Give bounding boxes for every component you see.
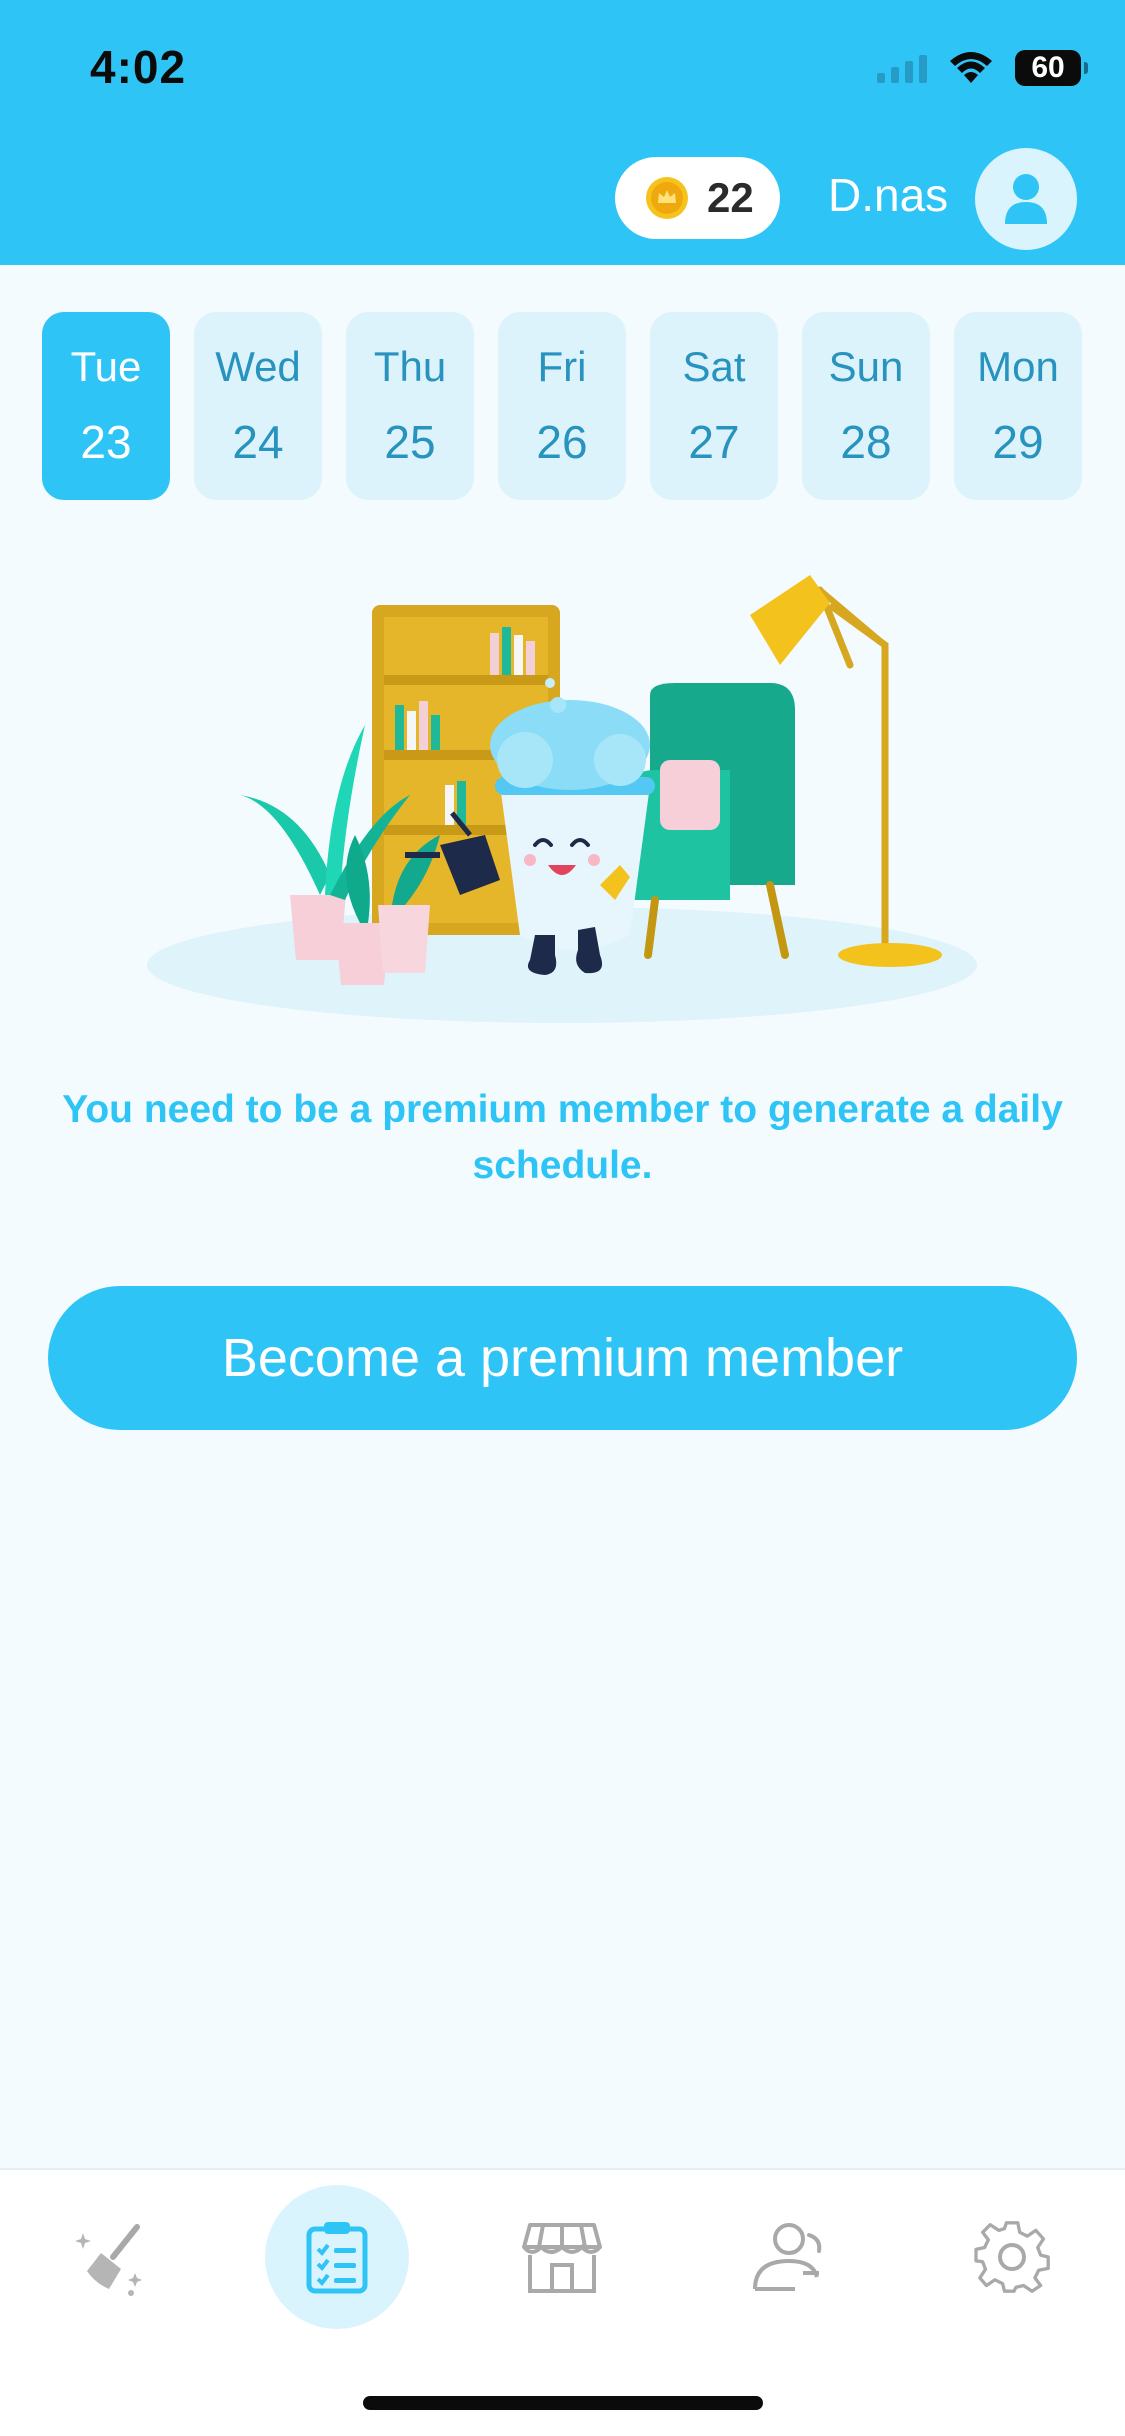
battery-icon: 60 <box>1015 50 1088 86</box>
status-time: 4:02 <box>90 41 187 93</box>
day-selector: Tue 23 Wed 24 Thu 25 Fri 26 Sat 27 Sun 2… <box>42 312 1082 500</box>
day-name: Mon <box>977 343 1059 390</box>
coins-balance[interactable]: 22 <box>615 157 780 239</box>
day-name: Wed <box>215 343 301 390</box>
tab-settings[interactable] <box>937 2182 1087 2332</box>
day-thu[interactable]: Thu 25 <box>346 312 474 500</box>
shop-icon <box>522 2223 602 2293</box>
day-sat[interactable]: Sat 27 <box>650 312 778 500</box>
tab-cleaning[interactable] <box>38 2182 188 2332</box>
day-number: 23 <box>80 416 132 468</box>
day-number: 27 <box>688 416 740 468</box>
tab-shop[interactable] <box>487 2182 637 2332</box>
day-sun[interactable]: Sun 28 <box>802 312 930 500</box>
wifi-icon <box>950 52 992 83</box>
day-number: 28 <box>840 416 892 468</box>
header-bar: 4:02 60 22 D.nas <box>0 0 1125 265</box>
day-number: 26 <box>536 416 588 468</box>
day-tue[interactable]: Tue 23 <box>42 312 170 500</box>
become-premium-button[interactable]: Become a premium member <box>48 1286 1077 1430</box>
users-icon <box>753 2223 822 2291</box>
coin-count: 22 <box>707 174 754 221</box>
premium-required-message: You need to be a premium member to gener… <box>62 1088 1063 1187</box>
crown-coin-icon <box>646 177 688 219</box>
day-name: Tue <box>70 343 142 390</box>
day-number: 24 <box>232 416 284 468</box>
home-indicator <box>363 2396 763 2410</box>
broom-icon <box>75 2224 142 2296</box>
day-name: Sat <box>682 343 746 390</box>
battery-level: 60 <box>1031 51 1065 84</box>
tab-schedule[interactable] <box>262 2182 412 2332</box>
avatar[interactable] <box>975 148 1077 250</box>
clipboard-checklist-icon <box>306 2222 368 2294</box>
day-wed[interactable]: Wed 24 <box>194 312 322 500</box>
app-screen: 4:02 60 22 D.nas Tue 23 Wed 24 Thu 25 Fr… <box>0 0 1125 2436</box>
day-mon[interactable]: Mon 29 <box>954 312 1082 500</box>
status-indicators: 60 <box>877 48 1088 88</box>
user-icon <box>1005 174 1047 224</box>
day-number: 29 <box>992 416 1044 468</box>
day-name: Thu <box>373 343 447 390</box>
day-name: Sun <box>828 343 904 390</box>
day-name: Fri <box>537 343 587 390</box>
cleaning-mascot-illustration <box>147 575 977 1023</box>
bottom-tab-bar <box>0 2168 1125 2436</box>
gear-icon <box>974 2221 1050 2293</box>
cellular-signal-icon <box>877 53 927 83</box>
username[interactable]: D.nas <box>828 168 948 222</box>
day-number: 25 <box>384 416 436 468</box>
tab-members[interactable] <box>712 2182 862 2332</box>
day-fri[interactable]: Fri 26 <box>498 312 626 500</box>
